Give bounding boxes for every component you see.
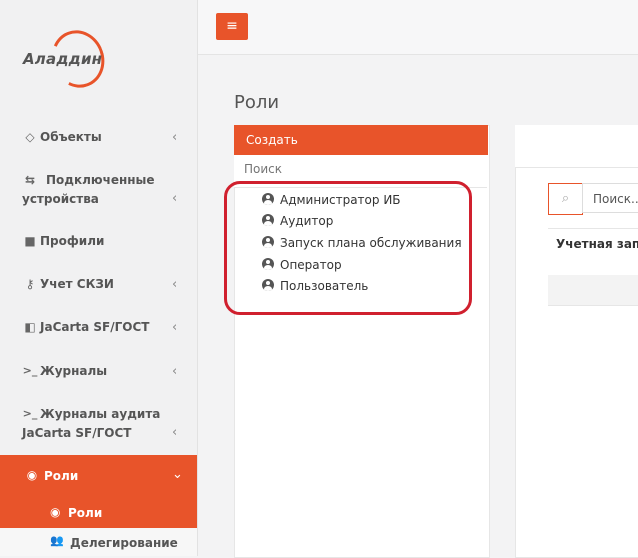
table-row[interactable] — [548, 275, 638, 306]
sidebar-item-label: Журналы — [40, 364, 108, 378]
chevron-left-icon: ‹ — [172, 277, 178, 292]
key-icon: ⚷ — [25, 277, 35, 291]
sidebar-item-jacarta[interactable]: ◧ JaCarta SF/ГОСТ ‹ — [0, 320, 197, 338]
sidebar-item-label: Объекты — [40, 130, 102, 144]
chevron-left-icon: ‹ — [172, 191, 178, 206]
sidebar-subitem-label: Роли — [68, 506, 103, 520]
top-bar: ≡ — [198, 0, 638, 55]
chevron-left-icon: ‹ — [172, 364, 178, 379]
shield-icon: ◧ — [24, 320, 36, 334]
create-button-label: Создать — [246, 133, 298, 147]
diamond-icon: ◇ — [25, 130, 35, 144]
roles-search-input[interactable] — [242, 161, 476, 177]
sidebar-item-objects[interactable]: ◇ Объекты ‹ — [0, 130, 197, 148]
sidebar-item-label: Роли — [44, 469, 79, 483]
user-plus-icon: 👥 — [50, 534, 64, 547]
search-button[interactable]: ⌕ — [548, 183, 583, 215]
sidebar: Аладдин ◇ Объекты ‹ ⇆ Подключенные устро… — [0, 0, 198, 556]
table-header: Учетная запись — [548, 228, 638, 276]
hamburger-menu-button[interactable]: ≡ — [216, 13, 248, 40]
sidebar-item-roles[interactable]: ◉ Роли ⌄ — [0, 455, 197, 498]
sidebar-item-label: Учет СКЗИ — [40, 277, 114, 291]
sidebar-item-label-line1: Подключенные — [46, 173, 155, 187]
sidebar-item-connected-devices[interactable]: ⇆ Подключенные устройства ‹ — [0, 173, 197, 209]
terminal-icon: >_ — [22, 407, 38, 420]
terminal-icon: >_ — [22, 364, 38, 377]
sidebar-item-label-line2: JaCarta SF/ГОСТ — [22, 426, 132, 440]
usb-icon: ⇆ — [24, 173, 36, 187]
logo-text: Аладдин — [23, 50, 103, 68]
aladdin-logo[interactable]: Аладдин — [20, 22, 113, 96]
user-circle-icon: ◉ — [26, 468, 38, 482]
sidebar-item-label: Профили — [40, 234, 105, 248]
sidebar-item-label-line1: Журналы аудита — [40, 407, 161, 421]
accounts-search-input[interactable]: Поиск... — [582, 183, 638, 213]
chevron-down-icon: ⌄ — [172, 467, 183, 482]
sidebar-subitem-roles[interactable]: ◉ Роли — [0, 498, 197, 528]
details-panel-header — [515, 125, 638, 168]
sidebar-item-profiles[interactable]: ■ Профили — [0, 234, 197, 252]
search-icon: ⌕ — [561, 191, 570, 206]
folder-icon: ■ — [24, 234, 36, 248]
sidebar-item-audit-logs[interactable]: >_ Журналы аудита JaCarta SF/ГОСТ ‹ — [0, 407, 197, 443]
sidebar-item-label: JaCarta SF/ГОСТ — [40, 320, 150, 334]
chevron-left-icon: ‹ — [172, 320, 178, 335]
chevron-left-icon: ‹ — [172, 425, 178, 440]
highlight-annotation — [224, 181, 472, 315]
sidebar-item-label-line2: устройства — [22, 192, 99, 206]
user-circle-icon: ◉ — [50, 505, 61, 519]
sidebar-item-logs[interactable]: >_ Журналы ‹ — [0, 364, 197, 382]
sidebar-subitem-delegation[interactable]: 👥 Делегирование — [0, 528, 197, 556]
chevron-left-icon: ‹ — [172, 130, 178, 145]
column-header-account[interactable]: Учетная запись — [556, 237, 638, 251]
sidebar-subitem-label: Делегирование — [70, 536, 178, 550]
create-button[interactable]: Создать — [234, 125, 488, 155]
sidebar-item-skzi[interactable]: ⚷ Учет СКЗИ ‹ — [0, 277, 197, 295]
page-title: Роли — [234, 92, 280, 113]
